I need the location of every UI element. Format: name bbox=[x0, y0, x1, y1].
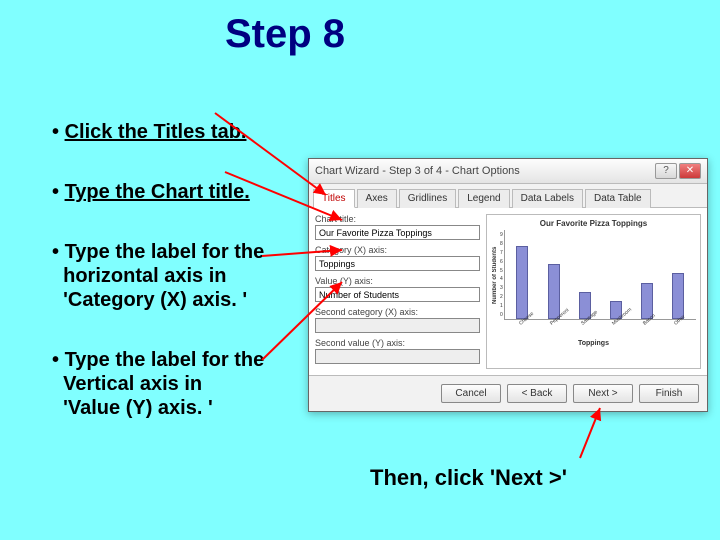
bullet-type-x-axis: • Type the label for the horizontal axis… bbox=[52, 240, 312, 312]
dialog-titlebar: Chart Wizard - Step 3 of 4 - Chart Optio… bbox=[309, 159, 707, 184]
cancel-button[interactable]: Cancel bbox=[441, 384, 501, 403]
titles-form: Chart title: Category (X) axis: Value (Y… bbox=[315, 214, 480, 369]
second-value-y-input bbox=[315, 349, 480, 364]
label-category-x: Category (X) axis: bbox=[315, 245, 480, 255]
arrow-to-next-button bbox=[580, 408, 600, 458]
second-category-x-input bbox=[315, 318, 480, 333]
then-click-next: Then, click 'Next >' bbox=[370, 465, 567, 491]
tab-axes[interactable]: Axes bbox=[357, 189, 397, 208]
finish-button[interactable]: Finish bbox=[639, 384, 699, 403]
category-x-input[interactable] bbox=[315, 256, 480, 271]
back-button[interactable]: < Back bbox=[507, 384, 567, 403]
chart-preview: Our Favorite Pizza Toppings Number of St… bbox=[486, 214, 701, 369]
chart-wizard-dialog: Chart Wizard - Step 3 of 4 - Chart Optio… bbox=[308, 158, 708, 412]
preview-x-label: Toppings bbox=[578, 340, 609, 347]
instruction-list: • Click the Titles tab. • Type the Chart… bbox=[12, 120, 312, 456]
bar bbox=[516, 246, 528, 319]
label-chart-title: Chart title: bbox=[315, 214, 480, 224]
tab-gridlines[interactable]: Gridlines bbox=[399, 189, 456, 208]
tab-titles[interactable]: Titles bbox=[313, 189, 355, 208]
label-value-y: Value (Y) axis: bbox=[315, 276, 480, 286]
next-button[interactable]: Next > bbox=[573, 384, 633, 403]
bullet-click-titles: • Click the Titles tab. bbox=[52, 120, 312, 144]
help-button[interactable]: ? bbox=[655, 163, 677, 179]
bullet-type-y-axis: • Type the label for the Vertical axis i… bbox=[52, 348, 312, 420]
value-y-input[interactable] bbox=[315, 287, 480, 302]
tab-strip: Titles Axes Gridlines Legend Data Labels… bbox=[309, 184, 707, 208]
chart-title-input[interactable] bbox=[315, 225, 480, 240]
dialog-footer: Cancel < Back Next > Finish bbox=[309, 375, 707, 411]
preview-y-label: Number of Students bbox=[491, 230, 499, 320]
label-second-category-x: Second category (X) axis: bbox=[315, 307, 480, 317]
preview-chart-title: Our Favorite Pizza Toppings bbox=[540, 219, 647, 228]
dialog-caption: Chart Wizard - Step 3 of 4 - Chart Optio… bbox=[315, 165, 520, 177]
tab-datalabels[interactable]: Data Labels bbox=[512, 189, 583, 208]
bullet-type-chart-title: • Type the Chart title. bbox=[52, 180, 312, 204]
tab-datatable[interactable]: Data Table bbox=[585, 189, 651, 208]
preview-bars bbox=[504, 230, 696, 320]
tab-legend[interactable]: Legend bbox=[458, 189, 509, 208]
close-icon: ✕ bbox=[686, 165, 694, 176]
close-button[interactable]: ✕ bbox=[679, 163, 701, 179]
bar bbox=[548, 264, 560, 319]
step-title: Step 8 bbox=[225, 12, 345, 57]
label-second-value-y: Second value (Y) axis: bbox=[315, 338, 480, 348]
preview-x-ticks: CheesePepperoniSausageMushroomBaconOther bbox=[491, 322, 696, 328]
